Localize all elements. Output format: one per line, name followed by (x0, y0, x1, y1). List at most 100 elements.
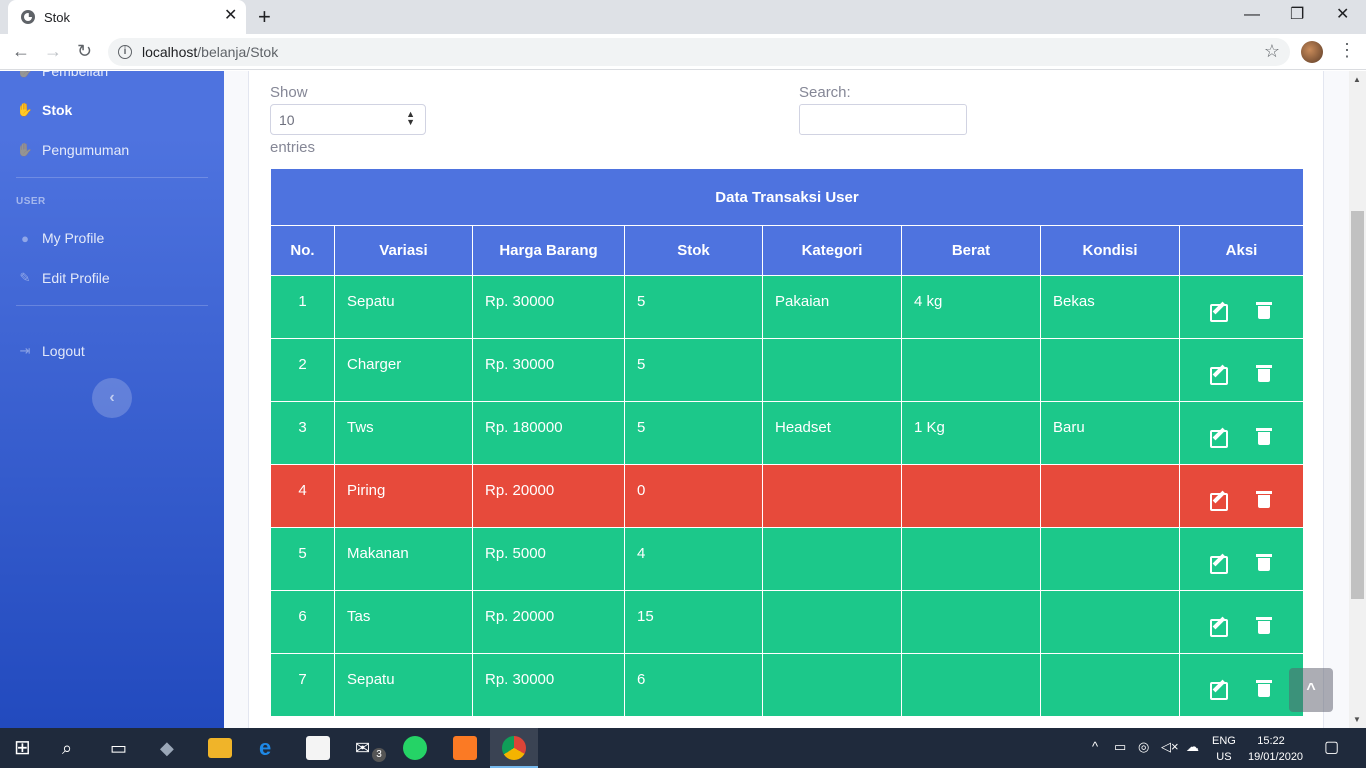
chrome-icon (502, 736, 526, 760)
trash-icon[interactable] (1255, 553, 1275, 573)
sidebar-item-my-profile[interactable]: ● My Profile (16, 230, 104, 246)
minimize-button[interactable]: — (1244, 4, 1260, 26)
entries-label: entries (270, 139, 316, 156)
chrome-taskbar-button[interactable] (490, 728, 538, 768)
back-button[interactable]: ← (12, 40, 30, 62)
cell-stok: 0 (624, 464, 763, 528)
cell-harga: Rp. 30000 (472, 338, 625, 402)
trash-icon[interactable] (1255, 427, 1275, 447)
cell-kondisi (1040, 527, 1180, 591)
edge-browser-icon[interactable]: e (259, 737, 271, 759)
sidebar-item-label: Pengumuman (42, 142, 130, 158)
mail-icon[interactable]: ✉ (355, 737, 370, 759)
sidebar-item-stok[interactable]: ✋ Stok (16, 102, 72, 118)
sidebar-item-logout[interactable]: ⇥ Logout (16, 343, 85, 359)
column-header-stok[interactable]: Stok (624, 225, 763, 276)
cell-variasi: Sepatu (334, 653, 473, 717)
cell-aksi (1179, 464, 1304, 528)
bookmark-star-icon[interactable]: ☆ (1264, 41, 1280, 62)
search-input[interactable] (799, 104, 967, 135)
sidebar-divider (16, 177, 208, 178)
column-header-harga[interactable]: Harga Barang (472, 225, 625, 276)
windows-start-icon[interactable]: ⊞ (14, 737, 31, 759)
entries-select[interactable]: 10 ▲ ▼ (270, 104, 426, 135)
edit-icon[interactable] (1209, 679, 1229, 700)
xampp-icon[interactable] (453, 736, 477, 760)
scroll-to-top-button[interactable]: ^ (1289, 668, 1333, 712)
whatsapp-icon[interactable] (403, 736, 427, 760)
tab-close-icon[interactable]: ✕ (224, 7, 237, 25)
cell-berat (901, 527, 1041, 591)
sidebar-item-pengumuman[interactable]: ✋ Pengumuman (16, 142, 129, 158)
cell-kategori (762, 653, 902, 717)
column-header-no[interactable]: No. (270, 225, 335, 276)
cell-berat (901, 338, 1041, 402)
table-row: 5 Makanan Rp. 5000 4 (270, 527, 1304, 591)
cell-kategori (762, 338, 902, 402)
cell-berat (901, 653, 1041, 717)
cell-kondisi: Baru (1040, 401, 1180, 465)
trash-icon[interactable] (1255, 364, 1275, 384)
file-explorer-icon[interactable] (208, 738, 232, 758)
clock-time: 15:22 (1257, 735, 1285, 747)
column-header-kategori[interactable]: Kategori (762, 225, 902, 276)
cell-stok: 4 (624, 527, 763, 591)
tab-title: Stok (44, 10, 71, 25)
page-scrollbar[interactable]: ▲ ▼ (1349, 71, 1366, 728)
address-bar[interactable]: i localhost/belanja/Stok ☆ (108, 38, 1290, 66)
store-icon[interactable] (306, 736, 330, 760)
scroll-down-arrow-icon[interactable]: ▼ (1353, 715, 1361, 724)
cell-kategori (762, 590, 902, 654)
battery-icon[interactable]: ▭ (1114, 739, 1126, 755)
notifications-icon[interactable]: ▢ (1324, 737, 1339, 757)
scrollbar-thumb[interactable] (1351, 211, 1364, 599)
chevron-left-icon: ‹ (109, 389, 115, 406)
cell-no: 1 (270, 275, 335, 339)
sidebar-item-edit-profile[interactable]: ✎ Edit Profile (16, 270, 110, 286)
new-tab-button[interactable]: + (258, 4, 271, 30)
reload-button[interactable]: ↻ (77, 40, 92, 62)
cell-harga: Rp. 20000 (472, 464, 625, 528)
edit-icon[interactable] (1209, 364, 1229, 385)
column-header-berat[interactable]: Berat (901, 225, 1041, 276)
trash-icon[interactable] (1255, 301, 1275, 321)
sidebar-toggle-button[interactable]: ‹ (92, 378, 132, 418)
sidebar-item-pembelian[interactable]: ✋ Pembelian (16, 71, 108, 79)
cloud-upload-icon[interactable]: ☁ (1186, 739, 1199, 755)
inkscape-app-icon[interactable]: ◆ (160, 737, 174, 759)
close-window-button[interactable]: ✕ (1336, 4, 1349, 26)
network-icon[interactable]: ◎ (1138, 739, 1149, 755)
edit-icon[interactable] (1209, 490, 1229, 511)
taskbar: ⊞ ⌕ ▭ ◆ e ✉ 3 ^ ▭ ◎ ◁× ☁ ENG US 15:22 19… (0, 728, 1366, 768)
volume-muted-icon[interactable]: ◁× (1161, 739, 1179, 755)
trash-icon[interactable] (1255, 679, 1275, 699)
profile-avatar[interactable] (1301, 41, 1323, 63)
cell-aksi (1179, 401, 1304, 465)
trash-icon[interactable] (1255, 490, 1275, 510)
clock[interactable]: 15:22 19/01/2020 (1248, 733, 1303, 765)
edit-icon[interactable] (1209, 553, 1229, 574)
column-header-kondisi[interactable]: Kondisi (1040, 225, 1180, 276)
sidebar-divider (16, 305, 208, 306)
info-icon[interactable]: i (118, 45, 132, 59)
column-header-variasi[interactable]: Variasi (334, 225, 473, 276)
user-icon: ● (21, 230, 29, 246)
cell-harga: Rp. 30000 (472, 275, 625, 339)
browser-tab[interactable]: Stok ✕ (8, 0, 246, 34)
trash-icon[interactable] (1255, 616, 1275, 636)
edit-icon[interactable] (1209, 616, 1229, 637)
restore-button[interactable]: ❐ (1290, 4, 1304, 26)
edit-icon[interactable] (1209, 427, 1229, 448)
handshake-icon: ✋ (16, 71, 34, 79)
tray-chevron-up-icon[interactable]: ^ (1092, 739, 1098, 754)
browser-menu-icon[interactable]: ⋮ (1338, 40, 1356, 60)
language-indicator[interactable]: ENG US (1212, 733, 1236, 765)
cell-no: 4 (270, 464, 335, 528)
edit-icon[interactable] (1209, 301, 1229, 322)
forward-button[interactable]: → (44, 40, 62, 62)
search-icon[interactable]: ⌕ (62, 737, 72, 759)
select-arrows-icon: ▲ ▼ (406, 109, 415, 127)
cell-stok: 6 (624, 653, 763, 717)
scroll-up-arrow-icon[interactable]: ▲ (1353, 75, 1361, 84)
task-view-icon[interactable]: ▭ (110, 737, 127, 759)
